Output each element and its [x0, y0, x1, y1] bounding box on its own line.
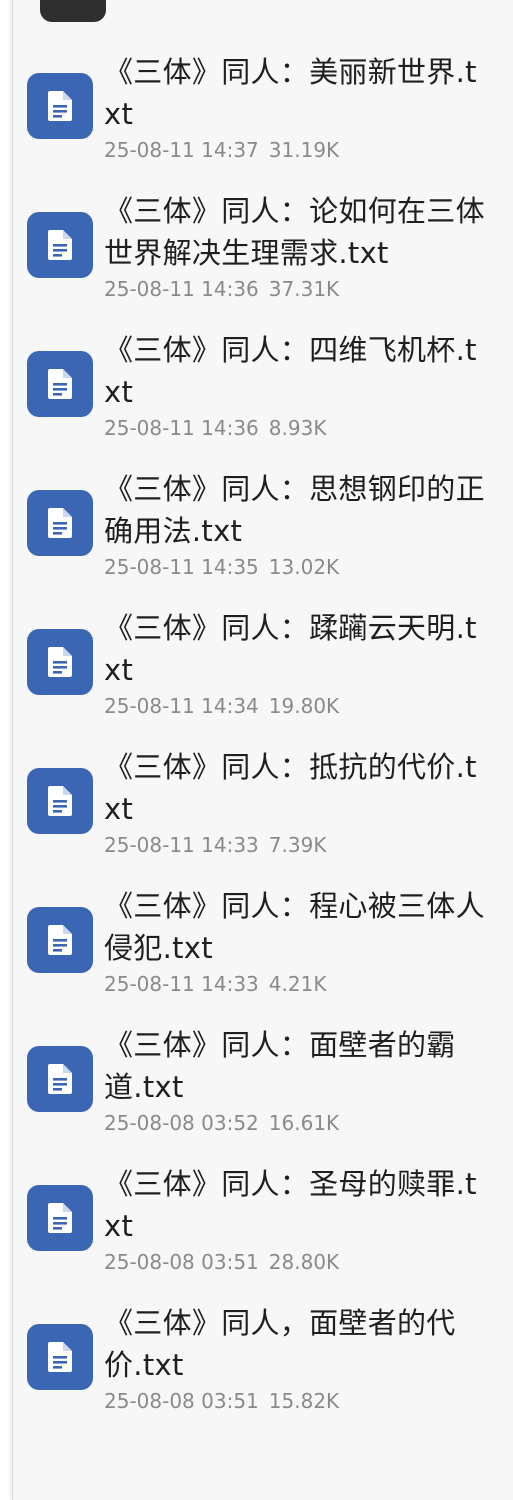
file-list-item[interactable]: 《三体》同人：面壁者的霸道.txt 25-08-08 03:52 16.61K — [13, 1021, 513, 1160]
file-meta: 25-08-08 03:52 16.61K — [104, 1109, 339, 1137]
file-meta: 25-08-11 14:33 7.39K — [104, 831, 326, 859]
file-date: 25-08-11 14:35 — [104, 555, 259, 579]
document-icon — [27, 490, 93, 556]
file-meta: 25-08-11 14:36 8.93K — [104, 414, 326, 442]
document-icon — [27, 73, 93, 139]
file-size: 16.61K — [268, 1111, 340, 1135]
file-date: 25-08-11 14:33 — [104, 833, 259, 857]
file-date: 25-08-11 14:37 — [104, 138, 259, 162]
file-meta: 25-08-11 14:34 19.80K — [104, 692, 339, 720]
file-name: 《三体》同人：论如何在三体世界解决生理需求.txt — [104, 194, 485, 270]
file-list-item[interactable]: 《三体》同人：圣母的赎罪.txt 25-08-08 03:51 28.80K — [13, 1160, 513, 1299]
document-icon — [27, 351, 93, 417]
file-list-item[interactable]: 《三体》同人：四维飞机杯.txt 25-08-11 14:36 8.93K — [13, 326, 513, 465]
file-list: 《三体》同人：美丽新世界.txt 25-08-11 14:37 31.19K 《三… — [13, 48, 513, 1438]
file-meta: 25-08-11 14:36 37.31K — [104, 275, 339, 303]
file-date: 25-08-11 14:36 — [104, 277, 259, 301]
file-date: 25-08-08 03:51 — [104, 1389, 259, 1413]
file-date: 25-08-08 03:52 — [104, 1111, 259, 1135]
file-name: 《三体》同人，面壁者的代价.txt — [104, 1306, 456, 1382]
file-name: 《三体》同人：抵抗的代价.txt — [104, 750, 477, 826]
file-list-item[interactable]: 《三体》同人：思想钢印的正确用法.txt 25-08-11 14:35 13.02… — [13, 465, 513, 604]
file-size: 15.82K — [268, 1389, 340, 1413]
file-size: 28.80K — [268, 1250, 340, 1274]
file-size: 8.93K — [268, 416, 327, 440]
file-list-item[interactable]: 《三体》同人，面壁者的代价.txt 25-08-08 03:51 15.82K — [13, 1299, 513, 1438]
file-name: 《三体》同人：思想钢印的正确用法.txt — [104, 472, 485, 548]
document-icon — [27, 1046, 93, 1112]
file-meta: 25-08-08 03:51 28.80K — [104, 1248, 339, 1276]
file-list-panel: 《三体》同人：美丽新世界.txt 25-08-11 14:37 31.19K 《三… — [12, 0, 513, 1500]
document-icon — [27, 212, 93, 278]
file-name: 《三体》同人：圣母的赎罪.txt — [104, 1167, 477, 1243]
file-list-item[interactable]: 《三体》同人：论如何在三体世界解决生理需求.txt 25-08-11 14:36… — [13, 187, 513, 326]
document-icon — [27, 1185, 93, 1251]
file-meta: 25-08-11 14:35 13.02K — [104, 553, 339, 581]
file-size: 7.39K — [268, 833, 327, 857]
file-date: 25-08-08 03:51 — [104, 1250, 259, 1274]
file-date: 25-08-11 14:34 — [104, 694, 259, 718]
file-name: 《三体》同人：面壁者的霸道.txt — [104, 1028, 456, 1104]
file-size: 31.19K — [268, 138, 340, 162]
file-size: 13.02K — [268, 555, 340, 579]
file-list-item[interactable]: 《三体》同人：蹂躏云天明.txt 25-08-11 14:34 19.80K — [13, 604, 513, 743]
file-list-item[interactable]: 《三体》同人：抵抗的代价.txt 25-08-11 14:33 7.39K — [13, 743, 513, 882]
file-size: 19.80K — [268, 694, 340, 718]
file-name: 《三体》同人：美丽新世界.txt — [104, 55, 477, 131]
document-icon — [27, 768, 93, 834]
file-date: 25-08-11 14:36 — [104, 416, 259, 440]
document-icon — [27, 907, 93, 973]
file-list-item[interactable]: 《三体》同人：程心被三体人侵犯.txt 25-08-11 14:33 4.21K — [13, 882, 513, 1021]
file-date: 25-08-11 14:33 — [104, 972, 259, 996]
document-icon — [27, 629, 93, 695]
file-name: 《三体》同人：四维飞机杯.txt — [104, 333, 477, 409]
partially-visible-item-icon[interactable] — [40, 0, 106, 22]
file-meta: 25-08-08 03:51 15.82K — [104, 1387, 339, 1415]
file-meta: 25-08-11 14:33 4.21K — [104, 970, 326, 998]
file-name: 《三体》同人：程心被三体人侵犯.txt — [104, 889, 485, 965]
file-size: 37.31K — [268, 277, 340, 301]
file-size: 4.21K — [268, 972, 327, 996]
file-list-item[interactable]: 《三体》同人：美丽新世界.txt 25-08-11 14:37 31.19K — [13, 48, 513, 187]
file-name: 《三体》同人：蹂躏云天明.txt — [104, 611, 477, 687]
file-meta: 25-08-11 14:37 31.19K — [104, 136, 339, 164]
document-icon — [27, 1324, 93, 1390]
